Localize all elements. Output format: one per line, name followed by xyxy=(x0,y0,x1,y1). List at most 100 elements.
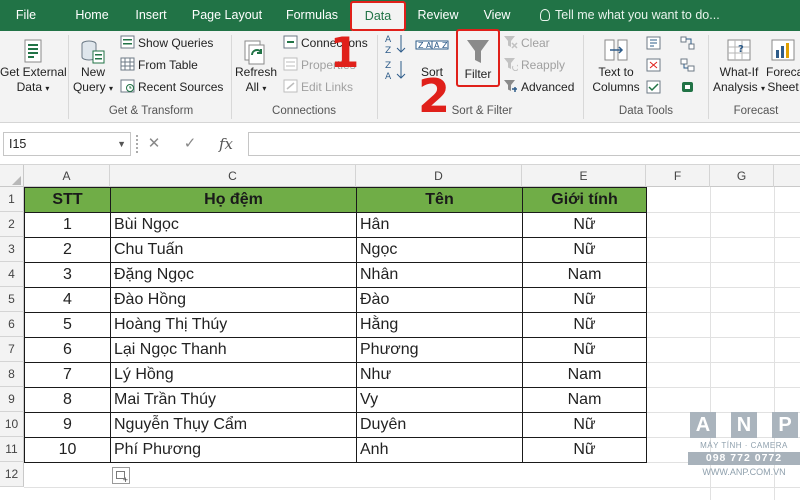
cell-ten[interactable]: Ngọc xyxy=(356,237,523,263)
header-cell-ten[interactable]: Tên xyxy=(356,187,523,213)
row-header-3[interactable]: 3 xyxy=(0,237,24,262)
cell-ho-dem[interactable]: Bùi Ngọc xyxy=(110,212,357,238)
cell-gioi-tinh[interactable]: Nam xyxy=(522,362,647,388)
tab-formulas[interactable]: Formulas xyxy=(278,0,346,31)
row-header-1[interactable]: 1 xyxy=(0,187,24,212)
text-to-columns-button[interactable]: Text to Columns xyxy=(587,37,645,95)
cell-gioi-tinh[interactable]: Nữ xyxy=(522,237,647,263)
row-header-6[interactable]: 6 xyxy=(0,312,24,337)
cell-ho-dem[interactable]: Lại Ngọc Thanh xyxy=(110,337,357,363)
what-if-analysis-button[interactable]: ? What-If Analysis ▾ xyxy=(712,37,766,96)
row-header-7[interactable]: 7 xyxy=(0,337,24,362)
row-header-11[interactable]: 11 xyxy=(0,437,24,462)
cell-gioi-tinh[interactable]: Nữ xyxy=(522,337,647,363)
cell-ten[interactable]: Anh xyxy=(356,437,523,463)
tab-insert[interactable]: Insert xyxy=(124,0,178,31)
tab-view[interactable]: View xyxy=(472,0,522,31)
formula-bar-splitter[interactable] xyxy=(136,135,139,153)
cell-stt[interactable]: 10 xyxy=(24,437,111,463)
header-cell-stt[interactable]: STT xyxy=(24,187,111,213)
cell-ho-dem[interactable]: Lý Hồng xyxy=(110,362,357,388)
clear-filter-button[interactable]: Clear xyxy=(503,33,550,53)
select-all-button[interactable] xyxy=(0,165,24,187)
row-header-8[interactable]: 8 xyxy=(0,362,24,387)
new-query-button[interactable]: New Query ▾ xyxy=(72,39,114,96)
row-header-9[interactable]: 9 xyxy=(0,387,24,412)
tell-me-search[interactable]: Tell me what you want to do... xyxy=(540,0,720,31)
column-header-c[interactable]: C xyxy=(110,165,356,187)
row-header-10[interactable]: 10 xyxy=(0,412,24,437)
column-header-f[interactable]: F xyxy=(646,165,710,187)
forecast-sheet-button[interactable]: Foreca Sheet xyxy=(766,37,800,95)
cell-ho-dem[interactable]: Đào Hồng xyxy=(110,287,357,313)
header-cell-gioi-tinh[interactable]: Giới tính xyxy=(522,187,647,213)
cell-gioi-tinh[interactable]: Nữ xyxy=(522,412,647,438)
cell-ten[interactable]: Vy xyxy=(356,387,523,413)
refresh-all-button[interactable]: Refresh All ▾ xyxy=(234,39,278,96)
tab-home[interactable]: Home xyxy=(64,0,120,31)
row-header-12[interactable]: 12 xyxy=(0,462,24,487)
cell-ho-dem[interactable]: Hoàng Thị Thúy xyxy=(110,312,357,338)
edit-links-button[interactable]: Edit Links xyxy=(283,77,353,97)
cell-ten[interactable]: Nhân xyxy=(356,262,523,288)
worksheet-grid[interactable]: A C D E F G 1 2 3 4 5 6 7 8 9 10 11 12 S… xyxy=(0,165,800,500)
cell-gioi-tinh[interactable]: Nữ xyxy=(522,312,647,338)
cell-gioi-tinh[interactable]: Nữ xyxy=(522,212,647,238)
data-validation-button[interactable] xyxy=(646,78,664,98)
get-external-data-button[interactable]: Get External Data ▾ xyxy=(0,39,67,96)
tab-review[interactable]: Review xyxy=(410,0,466,31)
cell-stt[interactable]: 1 xyxy=(24,212,111,238)
row-header-2[interactable]: 2 xyxy=(0,212,24,237)
cell-ten[interactable]: Phương xyxy=(356,337,523,363)
row-header-4[interactable]: 4 xyxy=(0,262,24,287)
column-header-e[interactable]: E xyxy=(522,165,646,187)
cell-ten[interactable]: Như xyxy=(356,362,523,388)
cell-ten[interactable]: Hằng xyxy=(356,312,523,338)
show-queries-button[interactable]: Show Queries xyxy=(120,33,213,53)
cell-stt[interactable]: 2 xyxy=(24,237,111,263)
cancel-icon[interactable]: ✕ xyxy=(142,132,166,156)
cell-ten[interactable]: Đào xyxy=(356,287,523,313)
column-header-g[interactable]: G xyxy=(710,165,774,187)
row-header-5[interactable]: 5 xyxy=(0,287,24,312)
cell-gioi-tinh[interactable]: Nữ xyxy=(522,287,647,313)
cell-stt[interactable]: 9 xyxy=(24,412,111,438)
cell-gioi-tinh[interactable]: Nam xyxy=(522,387,647,413)
cell-gioi-tinh[interactable]: Nữ xyxy=(522,437,647,463)
cell-ho-dem[interactable]: Nguyễn Thụy Cẩm xyxy=(110,412,357,438)
cell-stt[interactable]: 7 xyxy=(24,362,111,388)
cell-stt[interactable]: 6 xyxy=(24,337,111,363)
name-box[interactable]: I15 ▼ xyxy=(3,132,131,156)
header-cell-ho-dem[interactable]: Họ đệm xyxy=(110,187,357,213)
from-table-button[interactable]: From Table xyxy=(120,55,198,75)
cell-gioi-tinh[interactable]: Nam xyxy=(522,262,647,288)
consolidate-button[interactable] xyxy=(680,34,698,54)
chevron-down-icon[interactable]: ▼ xyxy=(117,133,126,155)
column-header-a[interactable]: A xyxy=(24,165,110,187)
tab-page-layout[interactable]: Page Layout xyxy=(186,0,268,31)
tab-file[interactable]: File xyxy=(0,0,52,31)
flash-fill-button[interactable] xyxy=(646,34,664,54)
formula-input[interactable] xyxy=(248,132,800,156)
quick-analysis-icon[interactable] xyxy=(112,467,130,485)
cell-ho-dem[interactable]: Mai Trần Thúy xyxy=(110,387,357,413)
manage-data-model-button[interactable] xyxy=(680,78,698,98)
advanced-filter-button[interactable]: Advanced xyxy=(503,77,574,97)
column-header-d[interactable]: D xyxy=(356,165,522,187)
cell-ho-dem[interactable]: Chu Tuấn xyxy=(110,237,357,263)
cell-stt[interactable]: 8 xyxy=(24,387,111,413)
reapply-button[interactable]: Reapply xyxy=(503,55,565,75)
cell-stt[interactable]: 4 xyxy=(24,287,111,313)
cell-ten[interactable]: Hân xyxy=(356,212,523,238)
relationships-button[interactable] xyxy=(680,56,698,76)
cell-ho-dem[interactable]: Phí Phương xyxy=(110,437,357,463)
recent-sources-button[interactable]: Recent Sources xyxy=(120,77,223,97)
enter-icon[interactable]: ✓ xyxy=(178,132,202,156)
sort-descending-button[interactable]: ZA xyxy=(384,59,408,81)
cell-stt[interactable]: 3 xyxy=(24,262,111,288)
remove-duplicates-button[interactable] xyxy=(646,56,664,76)
insert-function-icon[interactable]: fx xyxy=(214,132,238,156)
cell-ho-dem[interactable]: Đặng Ngọc xyxy=(110,262,357,288)
sort-ascending-button[interactable]: AZ xyxy=(384,33,408,55)
cell-stt[interactable]: 5 xyxy=(24,312,111,338)
